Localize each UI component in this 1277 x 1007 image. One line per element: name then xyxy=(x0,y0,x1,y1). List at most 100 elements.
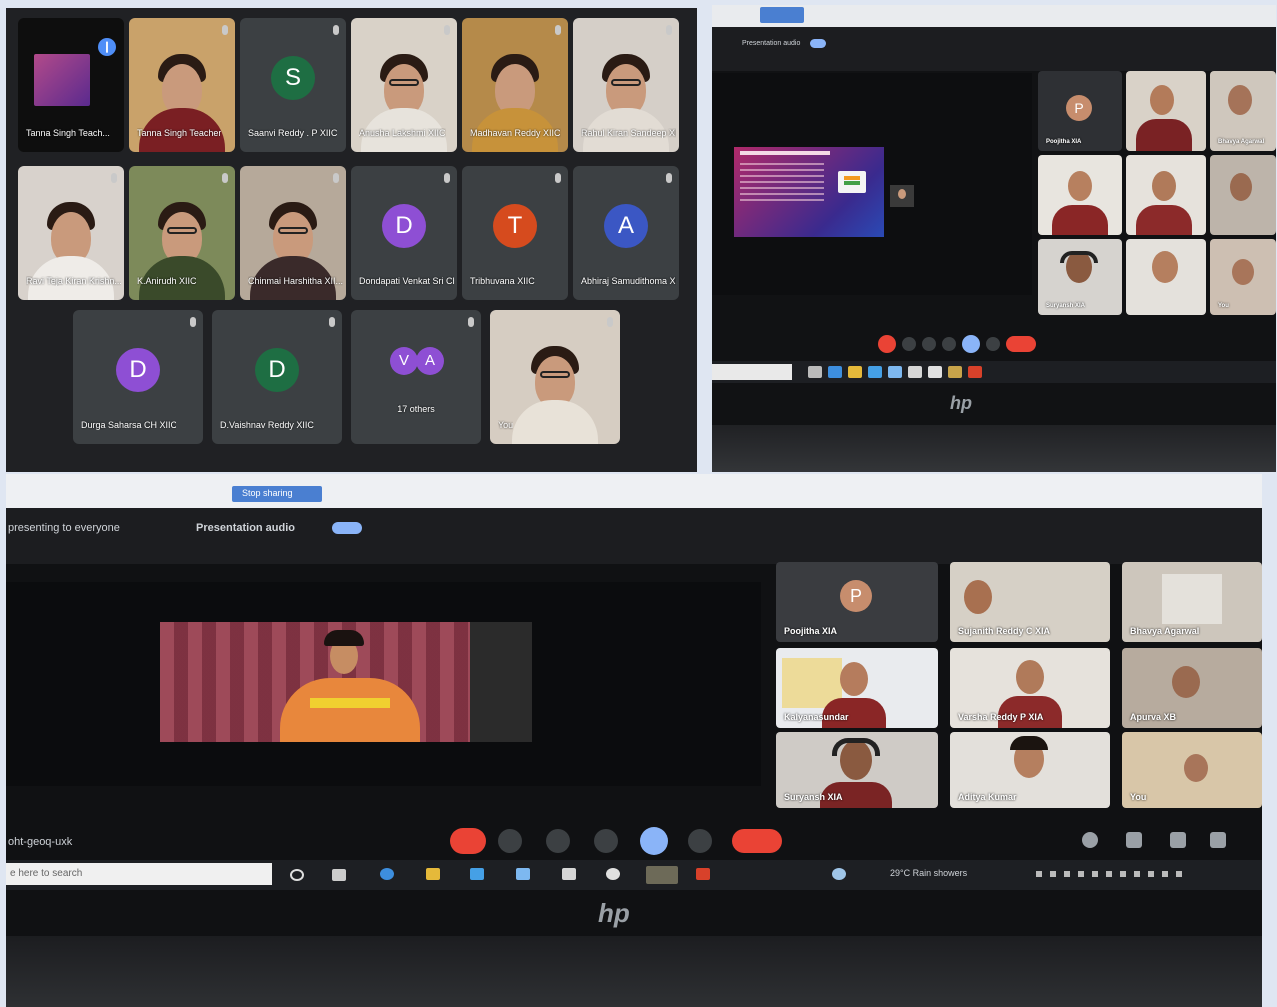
audio-toggle[interactable] xyxy=(810,39,826,48)
more-options-button[interactable] xyxy=(688,829,712,853)
laptop-photo-presentation: Presentation audio P Poojitha XIA Bhavya… xyxy=(712,5,1276,472)
folder-icon[interactable] xyxy=(426,868,440,880)
hp-logo: hp xyxy=(598,898,630,928)
mic-button[interactable] xyxy=(450,828,486,854)
participant-tile[interactable]: P Poojitha XIA xyxy=(1038,71,1122,151)
pin-icon[interactable]: ❙ xyxy=(98,38,116,56)
participant-tile[interactable] xyxy=(1210,155,1276,235)
present-button[interactable] xyxy=(640,827,668,855)
participant-tile[interactable]: You xyxy=(1122,732,1262,808)
stop-sharing-button[interactable] xyxy=(760,7,804,23)
meeting-grid-screenshot: ❙ Tanna Singh Teach... Tanna Singh Teacher… xyxy=(6,8,697,472)
participant-tile[interactable] xyxy=(1038,155,1122,235)
meet-topbar: Presentation audio xyxy=(712,27,1276,71)
mic-muted-icon xyxy=(333,25,339,35)
mail-icon[interactable] xyxy=(516,868,530,880)
presentation-audio-label: Presentation audio xyxy=(196,522,296,534)
chrome-icon[interactable] xyxy=(606,868,620,880)
participant-tile[interactable]: Ravi Teja Kiran Krishn... xyxy=(18,166,124,300)
captions-button[interactable] xyxy=(546,829,570,853)
tile-name: You xyxy=(1130,792,1147,802)
participant-tile[interactable]: P Poojitha XIA xyxy=(776,562,938,642)
present-button[interactable] xyxy=(962,335,980,353)
tile-name: Tribhuvana XIIC xyxy=(470,276,535,286)
tile-name: Tanna Singh Teacher xyxy=(137,128,222,138)
more-options-button[interactable] xyxy=(986,337,1000,351)
mic-muted-icon xyxy=(222,25,228,35)
end-call-button[interactable] xyxy=(732,829,782,853)
stop-sharing-button[interactable]: Stop sharing xyxy=(232,486,322,502)
participant-tile[interactable]: T Tribhuvana XIIC xyxy=(462,166,568,300)
taskbar-search[interactable]: e here to search xyxy=(6,863,272,885)
laptop-photo-performance: Stop sharing presenting to everyone Pres… xyxy=(6,474,1262,1007)
activities-icon[interactable] xyxy=(1210,832,1226,848)
chat-icon[interactable] xyxy=(1170,832,1186,848)
tile-name: Apurva XB xyxy=(1130,712,1177,722)
participant-tile[interactable]: D D.Vaishnav Reddy XIIC xyxy=(212,310,342,444)
presenting-label: presenting to everyone xyxy=(8,522,120,534)
participant-tile[interactable]: V A 17 others xyxy=(351,310,481,444)
system-tray xyxy=(1036,871,1186,877)
office-icon[interactable] xyxy=(696,868,710,880)
raise-hand-button[interactable] xyxy=(594,829,618,853)
participant-tile[interactable]: ❙ Tanna Singh Teach... xyxy=(18,18,124,152)
mic-button[interactable] xyxy=(878,335,896,353)
tile-name: Saanvi Reddy . P XIIC xyxy=(248,128,338,138)
participant-tile[interactable]: D Durga Saharsa CH XIIC xyxy=(73,310,203,444)
shared-screen-thumbnail xyxy=(34,54,90,106)
captions-button[interactable] xyxy=(922,337,936,351)
info-icon[interactable] xyxy=(1082,832,1098,848)
widget-icon[interactable] xyxy=(832,868,846,880)
dropbox-icon[interactable] xyxy=(562,868,576,880)
tile-name: Poojitha XIA xyxy=(784,626,838,636)
participant-tile[interactable]: S Saanvi Reddy . P XIIC xyxy=(240,18,346,152)
participant-tile[interactable]: Sujanith Reddy C XIA xyxy=(950,562,1110,642)
participant-tile[interactable] xyxy=(1126,155,1206,235)
tile-name: Rahul Kiran Sandeep XIIC xyxy=(581,128,676,138)
store-icon[interactable] xyxy=(470,868,484,880)
participant-tile[interactable]: Bhavya Agarwal xyxy=(1210,71,1276,151)
raise-hand-button[interactable] xyxy=(942,337,956,351)
mic-muted-icon xyxy=(329,317,335,327)
mic-muted-icon xyxy=(333,173,339,183)
tile-name: Sujanith Reddy C XIA xyxy=(958,626,1051,636)
presentation-stage xyxy=(6,582,761,786)
participant-tile[interactable]: Bhavya Agarwal xyxy=(1122,562,1262,642)
participant-tile[interactable] xyxy=(1126,71,1206,151)
people-icon[interactable] xyxy=(1126,832,1142,848)
participant-tile[interactable]: Suryansh XIA xyxy=(776,732,938,808)
participant-tile[interactable]: Tanna Singh Teacher xyxy=(129,18,235,152)
edge-icon[interactable] xyxy=(380,868,394,880)
end-call-button[interactable] xyxy=(1006,336,1036,352)
meet-topbar: presenting to everyone Presentation audi… xyxy=(6,508,1262,564)
participant-tile[interactable]: Anusha Lakshmi XIIC xyxy=(351,18,457,152)
avatar: P xyxy=(1066,95,1092,121)
active-app-icon[interactable] xyxy=(646,866,678,884)
tile-name: Tanna Singh Teach... xyxy=(26,128,110,138)
camera-button[interactable] xyxy=(902,337,916,351)
participant-tile[interactable]: D Dondapati Venkat Sri Ch... xyxy=(351,166,457,300)
avatar: V xyxy=(390,347,418,375)
tile-name: Poojitha XIA xyxy=(1046,139,1082,145)
mic-muted-icon xyxy=(555,173,561,183)
taskbar-search[interactable] xyxy=(712,364,792,380)
participant-tile[interactable]: Rahul Kiran Sandeep XIIC xyxy=(573,18,679,152)
participant-tile[interactable]: Kalyanasundar xyxy=(776,648,938,728)
participant-tile[interactable]: Varsha Reddy P XIA xyxy=(950,648,1110,728)
participant-tile[interactable]: Suryansh XIA xyxy=(1038,239,1122,315)
participant-tile[interactable]: Aditya Kumar xyxy=(950,732,1110,808)
participant-tile[interactable]: Chinmai Harshitha XII... xyxy=(240,166,346,300)
participant-tile[interactable]: K.Anirudh XIIC xyxy=(129,166,235,300)
participant-tile[interactable]: A Abhiraj Samudithoma XIIC xyxy=(573,166,679,300)
avatar: A xyxy=(604,204,648,248)
participant-tile[interactable]: Madhavan Reddy XIIC xyxy=(462,18,568,152)
tile-name: Kalyanasundar xyxy=(784,712,849,722)
audio-toggle[interactable] xyxy=(332,522,362,534)
cortana-icon[interactable] xyxy=(290,869,304,881)
camera-button[interactable] xyxy=(498,829,522,853)
participant-tile[interactable] xyxy=(1126,239,1206,315)
task-view-icon[interactable] xyxy=(332,869,346,881)
participant-tile[interactable]: Apurva XB xyxy=(1122,648,1262,728)
participant-tile[interactable]: You xyxy=(1210,239,1276,315)
participant-tile[interactable]: You xyxy=(490,310,620,444)
